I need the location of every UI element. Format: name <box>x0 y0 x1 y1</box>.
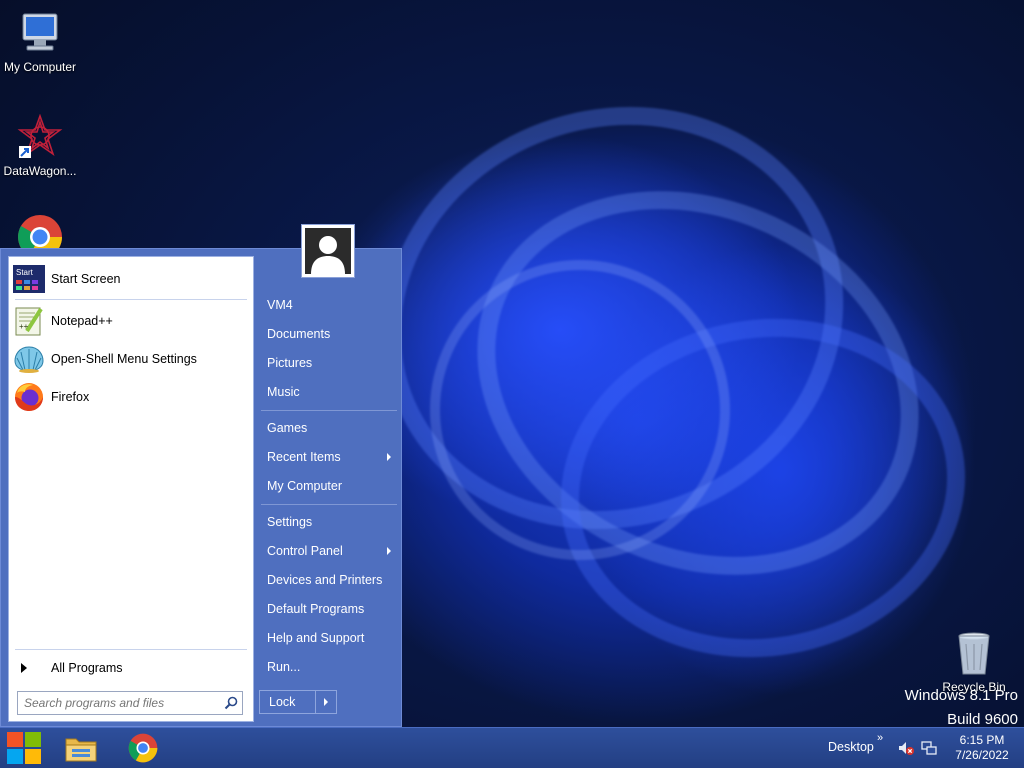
menu-item-label: Settings <box>267 515 313 529</box>
clock-time: 6:15 PM <box>959 733 1005 747</box>
user-avatar[interactable] <box>301 224 355 278</box>
all-programs-label: All Programs <box>51 661 123 675</box>
menu-separator <box>15 299 247 300</box>
menu-separator <box>261 410 397 411</box>
menu-item-label: Help and Support <box>267 631 365 645</box>
datawagon-icon <box>17 113 63 160</box>
desktop-icon-label: DataWagon... <box>3 164 77 178</box>
menu-item-label: VM4 <box>267 298 293 312</box>
desktop-icon-label: My Computer <box>3 60 77 74</box>
search-icon[interactable] <box>220 692 242 714</box>
file-explorer-icon <box>65 738 97 762</box>
clock-date: 7/26/2022 <box>955 748 1009 762</box>
menu-item-control-panel[interactable]: Control Panel <box>259 538 397 564</box>
start-button-icon <box>7 732 41 764</box>
menu-item-my-computer[interactable]: My Computer <box>259 473 397 499</box>
menu-item-help-support[interactable]: Help and Support <box>259 625 397 651</box>
menu-item-music[interactable]: Music <box>259 379 397 405</box>
taskbar-chrome[interactable] <box>123 730 163 766</box>
menu-item-label: Documents <box>267 327 331 341</box>
menu-item-documents[interactable]: Documents <box>259 321 397 347</box>
shutdown-options-button[interactable] <box>315 691 336 713</box>
taskbar-file-explorer[interactable] <box>61 730 101 766</box>
program-open-shell-settings[interactable]: Open-Shell Menu Settings <box>13 341 249 377</box>
menu-item-label: Devices and Printers <box>267 573 383 587</box>
menu-item-label: Control Panel <box>267 544 343 558</box>
menu-item-label: Games <box>267 421 308 435</box>
programs-pane: Start Start Screen ++ Notepad++ Open-She… <box>8 256 254 722</box>
desktop-toolbar-label[interactable]: Desktop <box>828 740 874 754</box>
search-box[interactable] <box>17 691 243 715</box>
firefox-icon <box>13 381 45 413</box>
taskbar: Desktop » 6:15 PM 7/26/2022 <box>0 727 1024 768</box>
os-watermark: Windows 8.1 Pro Build 9600 <box>905 684 1018 732</box>
menu-separator <box>15 649 247 650</box>
desktop-icon-datawagon[interactable]: DataWagon... <box>0 113 80 178</box>
menu-item-label: Music <box>267 385 300 399</box>
recycle-bin-icon <box>951 630 997 676</box>
program-firefox[interactable]: Firefox <box>13 379 249 415</box>
user-icon <box>305 228 351 274</box>
start-button[interactable] <box>4 730 44 766</box>
desktop[interactable]: My Computer DataWagon... Recycle Bin Win… <box>0 0 1024 768</box>
chevron-right-icon <box>324 698 328 706</box>
menu-item-settings[interactable]: Settings <box>259 509 397 535</box>
menu-item-recent-items[interactable]: Recent Items <box>259 444 397 470</box>
computer-icon <box>17 10 63 56</box>
menu-item-default-programs[interactable]: Default Programs <box>259 596 397 622</box>
search-input[interactable] <box>18 693 220 713</box>
lock-button[interactable]: Lock <box>259 690 337 714</box>
notepadpp-icon: ++ <box>13 305 45 337</box>
program-label: Start Screen <box>51 272 121 286</box>
menu-separator <box>261 504 397 505</box>
system-clock[interactable]: 6:15 PM 7/26/2022 <box>944 733 1020 763</box>
menu-item-pictures[interactable]: Pictures <box>259 350 397 376</box>
lock-label: Lock <box>269 695 296 709</box>
start-screen-icon-text: Start <box>16 268 34 277</box>
menu-item-user-folder[interactable]: VM4 <box>259 292 397 318</box>
menu-item-devices-printers[interactable]: Devices and Printers <box>259 567 397 593</box>
program-notepadpp[interactable]: ++ Notepad++ <box>13 303 249 339</box>
network-icon[interactable] <box>921 740 937 756</box>
menu-item-label: My Computer <box>267 479 343 493</box>
menu-item-label: Run... <box>267 660 301 674</box>
toolbar-chevron-icon[interactable]: » <box>877 732 883 744</box>
chrome-icon <box>128 733 158 763</box>
program-start-screen[interactable]: Start Start Screen <box>13 261 249 297</box>
watermark-edition: Windows 8.1 Pro <box>904 687 1018 704</box>
start-screen-icon: Start <box>13 263 45 295</box>
program-label: Firefox <box>51 390 90 404</box>
menu-item-label: Pictures <box>267 356 313 370</box>
submenu-arrow-icon <box>387 453 391 461</box>
menu-item-games[interactable]: Games <box>259 415 397 441</box>
menu-item-label: Default Programs <box>267 602 365 616</box>
volume-muted-icon[interactable] <box>898 740 914 756</box>
program-label: Open-Shell Menu Settings <box>51 352 197 366</box>
program-label: Notepad++ <box>51 314 113 328</box>
menu-item-label: Recent Items <box>267 450 341 464</box>
submenu-arrow-icon <box>387 547 391 555</box>
open-shell-icon <box>13 343 45 375</box>
svg-text:++: ++ <box>19 322 29 331</box>
all-programs-button[interactable]: All Programs <box>17 655 247 681</box>
menu-item-run[interactable]: Run... <box>259 654 397 680</box>
start-menu: Start Start Screen ++ Notepad++ Open-She… <box>0 224 402 727</box>
expand-arrow-icon <box>21 663 27 673</box>
desktop-icon-my-computer[interactable]: My Computer <box>0 10 80 74</box>
